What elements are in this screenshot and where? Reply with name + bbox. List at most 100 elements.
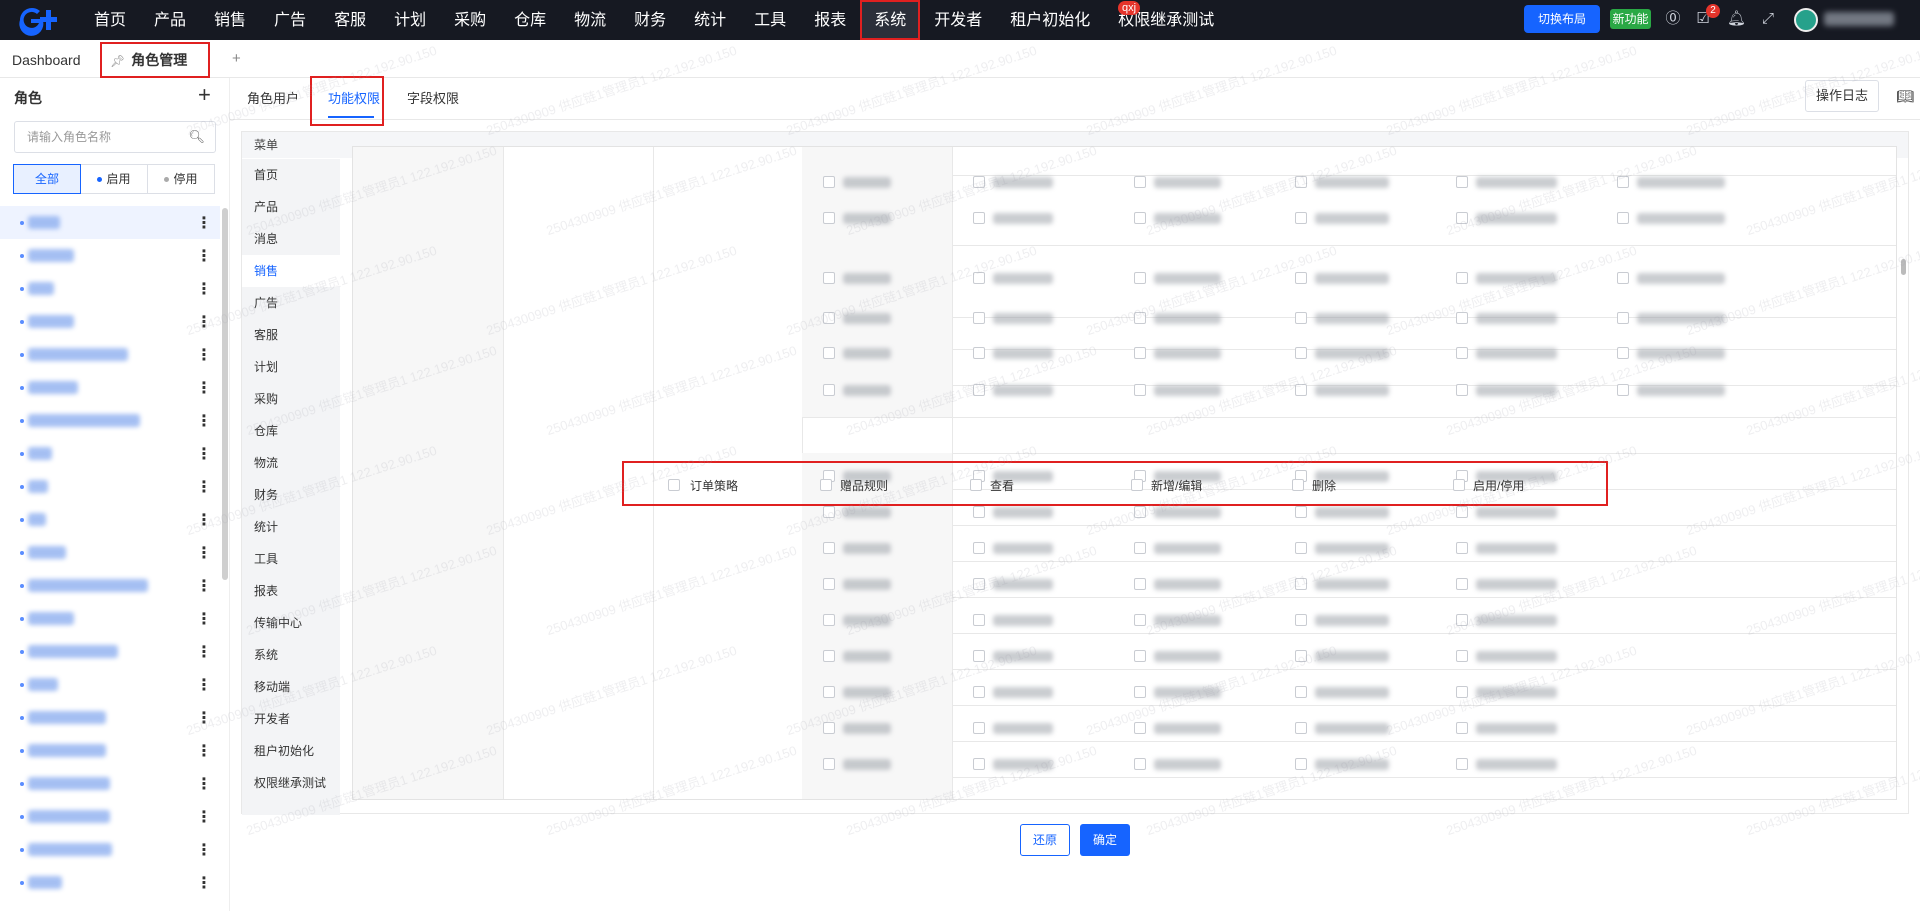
grid-checkbox[interactable] [823, 272, 835, 284]
grid-checkbox[interactable] [1134, 384, 1146, 396]
nav-item-10[interactable]: 统计 [680, 0, 740, 40]
grid-checkbox[interactable] [1134, 650, 1146, 662]
grid-checkbox[interactable] [1617, 212, 1629, 224]
more-icon[interactable]: ⋮ [196, 774, 212, 794]
grid-checkbox[interactable] [1456, 650, 1468, 662]
nav-item-12[interactable]: 报表 [800, 0, 860, 40]
grid-checkbox[interactable] [1134, 758, 1146, 770]
role-list-item[interactable]: ⋮ [0, 668, 220, 701]
grid-checkbox[interactable] [973, 347, 985, 359]
grid-checkbox[interactable] [1134, 578, 1146, 590]
menu-item-5[interactable]: 客服 [242, 319, 340, 351]
grid-checkbox[interactable] [823, 578, 835, 590]
role-list-item[interactable]: ⋮ [0, 635, 220, 668]
menu-item-18[interactable]: 租户初始化 [242, 735, 340, 767]
grid-checkbox[interactable] [1617, 347, 1629, 359]
grid-checkbox[interactable] [1295, 347, 1307, 359]
grid-checkbox[interactable] [1295, 686, 1307, 698]
more-icon[interactable]: ⋮ [196, 444, 212, 464]
grid-checkbox[interactable] [1456, 176, 1468, 188]
role-list-item[interactable]: ⋮ [0, 833, 220, 866]
checkbox-toggle[interactable] [1453, 479, 1465, 491]
more-icon[interactable]: ⋮ [196, 213, 212, 233]
grid-checkbox[interactable] [973, 542, 985, 554]
user-name[interactable] [1824, 12, 1894, 26]
nav-item-1[interactable]: 产品 [140, 0, 200, 40]
nav-item-9[interactable]: 财务 [620, 0, 680, 40]
book-icon[interactable]: 📖︎ [1896, 88, 1914, 105]
role-list-item[interactable]: ⋮ [0, 404, 220, 437]
grid-checkbox[interactable] [1134, 272, 1146, 284]
menu-item-0[interactable]: 首页 [242, 159, 340, 191]
more-icon[interactable]: ⋮ [196, 609, 212, 629]
grid-checkbox[interactable] [1617, 312, 1629, 324]
help-icon[interactable]: ⓪ [1664, 10, 1682, 28]
role-list-item[interactable]: ⋮ [0, 272, 220, 305]
grid-checkbox[interactable] [973, 312, 985, 324]
add-role-button[interactable]: + [198, 82, 211, 108]
role-list-item[interactable]: ⋮ [0, 470, 220, 503]
grid-checkbox[interactable] [973, 212, 985, 224]
fullscreen-icon[interactable]: ⤢ [1759, 10, 1777, 28]
grid-checkbox[interactable] [973, 722, 985, 734]
nav-item-6[interactable]: 采购 [440, 0, 500, 40]
role-list-item[interactable]: ⋮ [0, 734, 220, 767]
grid-checkbox[interactable] [1295, 614, 1307, 626]
grid-checkbox[interactable] [973, 614, 985, 626]
grid-checkbox[interactable] [823, 384, 835, 396]
more-icon[interactable]: ⋮ [196, 543, 212, 563]
grid-checkbox[interactable] [823, 347, 835, 359]
nav-item-15[interactable]: 租户初始化 [996, 0, 1104, 40]
grid-checkbox[interactable] [1134, 542, 1146, 554]
role-search-input[interactable] [15, 122, 185, 152]
role-list-item[interactable]: ⋮ [0, 437, 220, 470]
nav-item-8[interactable]: 物流 [560, 0, 620, 40]
role-list-item[interactable]: ⋮ [0, 866, 220, 899]
more-icon[interactable]: ⋮ [196, 675, 212, 695]
checkbox-delete[interactable] [1292, 479, 1304, 491]
grid-checkbox[interactable] [823, 542, 835, 554]
nav-item-0[interactable]: 首页 [80, 0, 140, 40]
grid-checkbox[interactable] [1617, 384, 1629, 396]
grid-checkbox[interactable] [1295, 212, 1307, 224]
nav-item-3[interactable]: 广告 [260, 0, 320, 40]
role-list-item[interactable]: ⋮ [0, 206, 220, 239]
nav-item-4[interactable]: 客服 [320, 0, 380, 40]
filter-enabled[interactable]: 启用 [80, 164, 148, 194]
role-list-item[interactable]: ⋮ [0, 536, 220, 569]
more-icon[interactable]: ⋮ [196, 873, 212, 893]
more-icon[interactable]: ⋮ [196, 840, 212, 860]
app-logo-icon[interactable] [16, 4, 62, 36]
role-list-item[interactable]: ⋮ [0, 800, 220, 833]
grid-checkbox[interactable] [1456, 758, 1468, 770]
grid-checkbox[interactable] [823, 758, 835, 770]
grid-checkbox[interactable] [1456, 347, 1468, 359]
filter-all[interactable]: 全部 [13, 164, 81, 194]
menu-item-12[interactable]: 工具 [242, 543, 340, 575]
role-list-item[interactable]: ⋮ [0, 569, 220, 602]
nav-item-11[interactable]: 工具 [740, 0, 800, 40]
more-icon[interactable]: ⋮ [196, 378, 212, 398]
nav-item-14[interactable]: 开发者 [920, 0, 996, 40]
menu-item-6[interactable]: 计划 [242, 351, 340, 383]
grid-checkbox[interactable] [1134, 686, 1146, 698]
more-icon[interactable]: ⋮ [196, 807, 212, 827]
pin-icon[interactable]: 📌︎ [110, 54, 125, 68]
grid-checkbox[interactable] [973, 758, 985, 770]
avatar[interactable] [1794, 8, 1818, 32]
bell-icon[interactable]: 🔔︎ [1727, 10, 1746, 28]
role-list-item[interactable]: ⋮ [0, 602, 220, 635]
nav-item-2[interactable]: 销售 [200, 0, 260, 40]
grid-checkbox[interactable] [1456, 722, 1468, 734]
grid-checkbox[interactable] [1456, 542, 1468, 554]
more-icon[interactable]: ⋮ [196, 246, 212, 266]
grid-checkbox[interactable] [823, 212, 835, 224]
grid-checkbox[interactable] [1295, 506, 1307, 518]
filter-disabled[interactable]: 停用 [147, 164, 215, 194]
checkbox-view[interactable] [970, 479, 982, 491]
grid-checkbox[interactable] [1295, 542, 1307, 554]
grid-checkbox[interactable] [1295, 272, 1307, 284]
grid-checkbox[interactable] [1134, 176, 1146, 188]
more-icon[interactable]: ⋮ [196, 477, 212, 497]
tab-field-perm[interactable]: 字段权限 [407, 88, 459, 107]
